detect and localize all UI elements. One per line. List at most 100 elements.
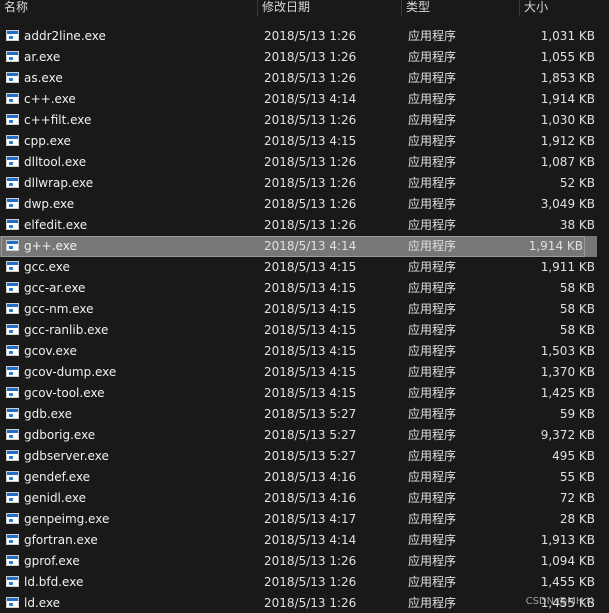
column-header-name[interactable]: 名称 <box>0 0 258 16</box>
file-type: 应用程序 <box>408 575 457 589</box>
file-modified-date: 2018/5/13 1:26 <box>264 197 357 211</box>
file-row[interactable]: dlltool.exe 2018/5/13 1:26 应用程序 1,087 KB <box>0 152 609 173</box>
application-exe-icon <box>6 387 19 398</box>
file-name: ar.exe <box>24 50 61 64</box>
file-type: 应用程序 <box>408 176 457 190</box>
file-name: c++.exe <box>24 92 76 106</box>
file-modified-date: 2018/5/13 4:15 <box>264 302 357 316</box>
file-name: gcov.exe <box>24 344 77 358</box>
file-size: 1,455 KB <box>540 575 595 589</box>
file-type: 应用程序 <box>408 50 457 64</box>
file-size: 58 KB <box>559 302 595 316</box>
file-modified-date: 2018/5/13 1:26 <box>264 575 357 589</box>
file-name: gcc.exe <box>24 260 70 274</box>
file-name: g++.exe <box>24 239 77 253</box>
file-size: 38 KB <box>559 218 595 232</box>
file-size: 1,087 KB <box>540 155 595 169</box>
file-row[interactable]: gcc-ranlib.exe 2018/5/13 4:15 应用程序 58 KB <box>0 320 609 341</box>
file-row[interactable]: gendef.exe 2018/5/13 4:16 应用程序 55 KB <box>0 467 609 488</box>
file-modified-date: 2018/5/13 1:26 <box>264 218 357 232</box>
file-size: 55 KB <box>559 470 595 484</box>
file-type: 应用程序 <box>408 302 457 316</box>
file-name: gdborig.exe <box>24 428 96 442</box>
column-header: 名称 修改日期 类型 大小 <box>0 0 609 16</box>
file-size: 28 KB <box>559 512 595 526</box>
file-row[interactable]: ar.exe 2018/5/13 1:26 应用程序 1,055 KB <box>0 47 609 68</box>
file-row[interactable]: c++.exe 2018/5/13 4:14 应用程序 1,914 KB <box>0 89 609 110</box>
file-row[interactable]: gprof.exe 2018/5/13 1:26 应用程序 1,094 KB <box>0 551 609 572</box>
file-name: c++filt.exe <box>24 113 92 127</box>
file-modified-date: 2018/5/13 4:16 <box>264 491 357 505</box>
file-size: 59 KB <box>559 407 595 421</box>
file-row[interactable]: elfedit.exe 2018/5/13 1:26 应用程序 38 KB <box>0 215 609 236</box>
application-exe-icon <box>6 240 19 251</box>
file-row[interactable]: as.exe 2018/5/13 1:26 应用程序 1,853 KB <box>0 68 609 89</box>
file-row[interactable]: gcc-nm.exe 2018/5/13 4:15 应用程序 58 KB <box>0 299 609 320</box>
file-modified-date: 2018/5/13 4:15 <box>264 386 357 400</box>
file-modified-date: 2018/5/13 4:14 <box>264 239 357 253</box>
file-type: 应用程序 <box>408 281 457 295</box>
file-size: 1,914 KB <box>540 92 595 106</box>
file-size: 72 KB <box>559 491 595 505</box>
file-name: elfedit.exe <box>24 218 88 232</box>
file-row[interactable]: genidl.exe 2018/5/13 4:16 应用程序 72 KB <box>0 488 609 509</box>
column-header-date[interactable]: 修改日期 <box>258 0 402 16</box>
application-exe-icon <box>6 177 19 188</box>
file-row[interactable]: gfortran.exe 2018/5/13 4:14 应用程序 1,913 KB <box>0 530 609 551</box>
file-name: dllwrap.exe <box>24 176 94 190</box>
file-row[interactable]: gdbserver.exe 2018/5/13 5:27 应用程序 495 KB <box>0 446 609 467</box>
file-size: 3,049 KB <box>540 197 595 211</box>
file-name: dlltool.exe <box>24 155 87 169</box>
file-type: 应用程序 <box>408 323 457 337</box>
file-row[interactable]: gdb.exe 2018/5/13 5:27 应用程序 59 KB <box>0 404 609 425</box>
file-row[interactable]: cpp.exe 2018/5/13 4:15 应用程序 1,912 KB <box>0 131 609 152</box>
file-row[interactable]: gcc.exe 2018/5/13 4:15 应用程序 1,911 KB <box>0 257 609 278</box>
file-name: gcov-dump.exe <box>24 365 117 379</box>
file-type: 应用程序 <box>408 428 457 442</box>
file-row[interactable]: dwp.exe 2018/5/13 1:26 应用程序 3,049 KB <box>0 194 609 215</box>
file-row[interactable]: addr2line.exe 2018/5/13 1:26 应用程序 1,031 KB <box>0 26 609 47</box>
file-modified-date: 2018/5/13 4:17 <box>264 512 357 526</box>
file-name: gendef.exe <box>24 470 91 484</box>
file-row[interactable]: g++.exe 2018/5/13 4:14 应用程序 1,914 KB <box>0 236 597 257</box>
file-row[interactable]: c++filt.exe 2018/5/13 1:26 应用程序 1,030 KB <box>0 110 609 131</box>
file-name: gprof.exe <box>24 554 80 568</box>
application-exe-icon <box>6 324 19 335</box>
application-exe-icon <box>6 156 19 167</box>
column-header-size[interactable]: 大小 <box>520 0 609 16</box>
file-row[interactable]: dllwrap.exe 2018/5/13 1:26 应用程序 52 KB <box>0 173 609 194</box>
file-name: gdb.exe <box>24 407 72 421</box>
file-list: addr2line.exe 2018/5/13 1:26 应用程序 1,031 KB a… <box>0 26 609 613</box>
file-size: 1,031 KB <box>540 29 595 43</box>
file-type: 应用程序 <box>408 239 457 253</box>
file-name: gcc-nm.exe <box>24 302 94 316</box>
file-row[interactable]: ld.exe 2018/5/13 1:26 应用程序 1,455 KB <box>0 593 609 613</box>
file-type: 应用程序 <box>408 491 457 505</box>
file-modified-date: 2018/5/13 4:16 <box>264 470 357 484</box>
file-modified-date: 2018/5/13 4:15 <box>264 323 357 337</box>
application-exe-icon <box>6 51 19 62</box>
file-row[interactable]: gcov-tool.exe 2018/5/13 4:15 应用程序 1,425 KB <box>0 383 609 404</box>
file-row[interactable]: gcc-ar.exe 2018/5/13 4:15 应用程序 58 KB <box>0 278 609 299</box>
application-exe-icon <box>6 345 19 356</box>
file-type: 应用程序 <box>408 29 457 43</box>
file-modified-date: 2018/5/13 4:15 <box>264 365 357 379</box>
file-size: 9,372 KB <box>540 428 595 442</box>
watermark: CSDN @MH.K <box>525 596 593 607</box>
application-exe-icon <box>6 555 19 566</box>
file-row[interactable]: gcov.exe 2018/5/13 4:15 应用程序 1,503 KB <box>0 341 609 362</box>
column-header-type[interactable]: 类型 <box>402 0 520 16</box>
file-row[interactable]: gdborig.exe 2018/5/13 5:27 应用程序 9,372 KB <box>0 425 609 446</box>
file-size: 1,912 KB <box>540 134 595 148</box>
file-row[interactable]: genpeimg.exe 2018/5/13 4:17 应用程序 28 KB <box>0 509 609 530</box>
file-type: 应用程序 <box>408 386 457 400</box>
file-modified-date: 2018/5/13 4:15 <box>264 134 357 148</box>
application-exe-icon <box>6 93 19 104</box>
application-exe-icon <box>6 408 19 419</box>
file-row[interactable]: gcov-dump.exe 2018/5/13 4:15 应用程序 1,370 KB <box>0 362 609 383</box>
file-type: 应用程序 <box>408 365 457 379</box>
file-modified-date: 2018/5/13 4:14 <box>264 533 357 547</box>
file-type: 应用程序 <box>408 113 457 127</box>
file-name: cpp.exe <box>24 134 71 148</box>
file-row[interactable]: ld.bfd.exe 2018/5/13 1:26 应用程序 1,455 KB <box>0 572 609 593</box>
